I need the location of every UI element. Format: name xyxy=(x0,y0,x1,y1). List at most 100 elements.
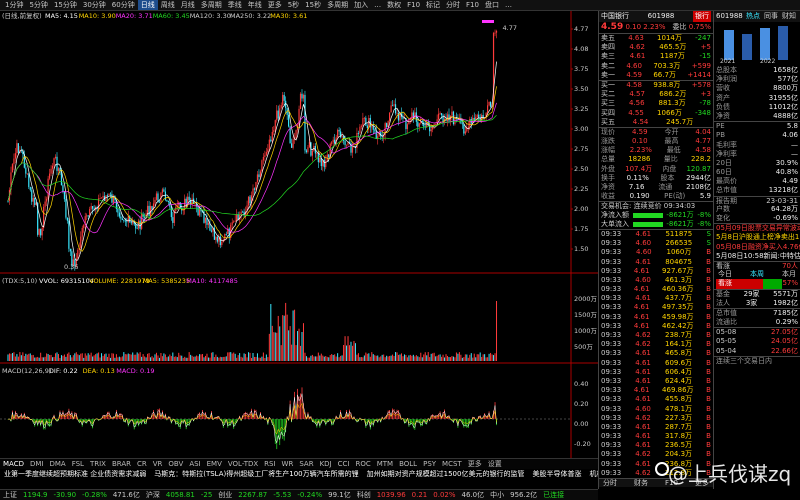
news-item[interactable]: 5月08日10:58新闻:中特估- xyxy=(714,252,800,261)
period-tab[interactable]: … xyxy=(502,0,515,10)
period-tab[interactable]: 标记 xyxy=(423,0,443,10)
period-tab[interactable]: F10 xyxy=(404,0,423,10)
ask-row: 卖四 4.62 465.5万 +5 xyxy=(599,43,713,52)
volume-bar xyxy=(121,356,123,361)
indicator-tab[interactable]: TRIX xyxy=(87,460,109,468)
vol-label: MA10: 4117485 xyxy=(186,277,238,285)
tick-list[interactable]: 09:33 4.61 511875 S 09:33 4.60 266535 S 09:33 4.6… xyxy=(599,228,713,487)
indicator-tab[interactable]: CR xyxy=(134,460,150,468)
quote-tab[interactable]: 分时 xyxy=(601,479,619,487)
info-tab[interactable]: 热点 xyxy=(744,11,762,22)
flow-period-tab[interactable]: 本月 xyxy=(780,270,798,279)
period-tab[interactable]: 1分钟 xyxy=(2,0,26,10)
tick-side: B xyxy=(706,404,711,413)
candle-body xyxy=(270,139,272,142)
volume-bar xyxy=(271,325,273,361)
indicator-tab[interactable]: 更多 xyxy=(465,459,485,469)
period-tab[interactable]: 日线 xyxy=(137,0,158,10)
indicator-tab[interactable]: MCST xyxy=(439,460,465,468)
volume-bar xyxy=(354,343,356,361)
period-tab[interactable]: 周线 xyxy=(158,0,178,10)
ticker-item[interactable]: 马斯克：特斯拉(TSLA)得州超级工厂将生产100万辆汽车所需的锂 xyxy=(150,469,362,479)
volume-bar xyxy=(10,353,12,361)
indicator-tab[interactable]: BOLL xyxy=(396,460,420,468)
info-tab[interactable]: 财知 xyxy=(780,11,798,22)
flow-period-tab[interactable]: 本周 xyxy=(748,270,766,279)
indicator-tab[interactable]: KDJ xyxy=(317,460,335,468)
period-tab[interactable]: 数权 xyxy=(384,0,404,10)
candle-body xyxy=(127,216,129,223)
indicator-tab[interactable]: MACD xyxy=(0,460,27,468)
period-tab[interactable]: 月线 xyxy=(178,0,198,10)
period-tab[interactable]: 60分钟 xyxy=(109,0,138,10)
indicator-tab[interactable]: ROC xyxy=(352,460,373,468)
indicator-tab[interactable]: EMV xyxy=(204,460,225,468)
period-tab[interactable]: 更多 xyxy=(265,0,285,10)
news-list[interactable]: 05月09日股票交易异常波动 5月8日沪股通上榜净卖出1 05月08日融资净买入4.… xyxy=(714,223,800,261)
period-tab[interactable]: F10 xyxy=(463,0,482,10)
period-tab[interactable]: 多周期 xyxy=(324,0,351,10)
info-tab[interactable]: 同事 xyxy=(762,11,780,22)
indicator-tab[interactable]: ASI xyxy=(186,460,203,468)
indicator-tab[interactable]: VOL-TDX xyxy=(225,460,261,468)
volume-bar xyxy=(23,356,25,361)
candle-body xyxy=(167,201,169,202)
ticker-item[interactable]: 加州如期对资产规模超过1500亿美元的银行的监管 xyxy=(363,469,529,479)
flow-row: 净流入额 -8621万 -8% xyxy=(599,211,713,220)
quote-tab[interactable]: 财务 xyxy=(632,479,650,487)
indicator-tab[interactable]: PSY xyxy=(420,460,439,468)
period-tab[interactable]: 盘口 xyxy=(482,0,502,10)
candle-body xyxy=(435,124,437,125)
period-tab[interactable]: 季线 xyxy=(225,0,245,10)
ticker-item[interactable]: 业第一季度继续超预期标准 企业债资需求减弱 xyxy=(0,469,150,479)
tick-price: 4.62 xyxy=(635,340,651,349)
volume-bar xyxy=(74,353,76,361)
indicator-tab[interactable]: SAR xyxy=(296,460,316,468)
industry-tag[interactable]: 银行 xyxy=(692,11,711,22)
volume-bar xyxy=(334,354,336,361)
bid-change: +3 xyxy=(700,90,711,99)
indicator-tab[interactable]: RSI xyxy=(261,460,278,468)
news-item[interactable]: 05月09日股票交易异常波动 xyxy=(714,224,800,233)
flow-period-tab[interactable]: 今日 xyxy=(716,270,734,279)
candle-body xyxy=(207,223,210,225)
date-row: 05-04 22.66亿 xyxy=(714,347,800,356)
news-item[interactable]: 5月8日沪股通上榜净卖出1 xyxy=(714,233,800,242)
news-item[interactable]: 05月08日融资净买入4.76亿 xyxy=(714,243,800,252)
tick-price: 4.61 xyxy=(635,395,651,404)
period-tab[interactable]: 年线 xyxy=(245,0,265,10)
period-tab[interactable]: 5秒 xyxy=(285,0,302,10)
indicator-tab[interactable]: 设置 xyxy=(485,459,505,469)
ticker-item[interactable]: 美股半导体普涨 xyxy=(528,469,585,479)
tick-price: 4.62 xyxy=(635,450,651,459)
indicator-tab[interactable]: WR xyxy=(279,460,297,468)
indicator-tab[interactable]: DMI xyxy=(27,460,47,468)
candle-body xyxy=(332,139,334,143)
tick-row: 09:33 4.61 624.4万 B xyxy=(599,377,713,386)
indicator-tab[interactable]: BRAR xyxy=(109,460,134,468)
volume-bar xyxy=(420,352,422,361)
period-tab[interactable]: 15秒 xyxy=(302,0,324,10)
indicator-tab[interactable]: DMA xyxy=(46,460,68,468)
indicator-tab[interactable]: MTM xyxy=(374,460,396,468)
tick-side: B xyxy=(706,303,711,312)
period-tab[interactable]: 分时 xyxy=(443,0,463,10)
indicator-tab[interactable]: CCI xyxy=(335,460,353,468)
period-tab[interactable]: 15分钟 xyxy=(51,0,80,10)
kline-chart-area[interactable]: (日线,前复权) MA5: 4.15 MA10: 3.90 MA20: 3.71 MA6… xyxy=(0,11,598,458)
candle-body xyxy=(341,136,343,138)
period-tab[interactable]: 加入 xyxy=(351,0,371,10)
period-tab[interactable]: 多周期 xyxy=(198,0,225,10)
period-tab[interactable]: … xyxy=(371,0,384,10)
status-item: -0.24% xyxy=(297,491,323,499)
indicator-tab[interactable]: VR xyxy=(150,460,166,468)
period-tab[interactable]: 5分钟 xyxy=(26,0,50,10)
volume-bar xyxy=(279,326,281,361)
candle-body xyxy=(463,124,465,134)
indicator-tab[interactable]: FSL xyxy=(69,460,87,468)
period-tab[interactable]: 30分钟 xyxy=(80,0,109,10)
ticker-item[interactable]: 机构：汽油价格双向波动趋于正常三个月 xyxy=(585,469,598,479)
volume-bar xyxy=(451,356,453,361)
candle-body xyxy=(442,115,444,122)
indicator-tab[interactable]: OBV xyxy=(165,460,186,468)
